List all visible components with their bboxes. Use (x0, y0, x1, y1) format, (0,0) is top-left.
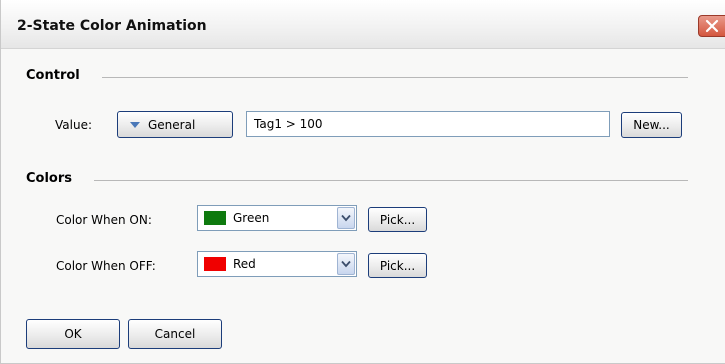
cancel-button[interactable]: Cancel (128, 319, 222, 349)
value-expression-input[interactable]: Tag1 > 100 (246, 111, 610, 137)
new-button-label: New... (633, 118, 670, 132)
color-off-swatch (204, 257, 226, 271)
dialog-window: 2-State Color Animation Control Value: G… (0, 0, 725, 364)
close-button[interactable] (698, 15, 725, 37)
color-on-swatch (204, 211, 226, 225)
value-expression-text: Tag1 > 100 (254, 117, 323, 131)
cancel-button-label: Cancel (154, 327, 196, 341)
title-bar: 2-State Color Animation (1, 0, 725, 49)
color-on-pick-button[interactable]: Pick... (368, 207, 427, 232)
color-off-pick-label: Pick... (379, 258, 416, 273)
ok-button-label: OK (64, 327, 82, 341)
value-type-button[interactable]: General (117, 111, 233, 138)
color-off-value: Red (233, 257, 256, 271)
new-button[interactable]: New... (621, 112, 682, 138)
window-title: 2-State Color Animation (17, 18, 207, 34)
value-type-label: General (148, 117, 196, 132)
combo-arrow-icon[interactable] (337, 207, 355, 229)
color-off-select[interactable]: Red (197, 251, 357, 277)
color-on-value: Green (233, 211, 270, 225)
control-divider (102, 77, 688, 78)
color-on-pick-label: Pick... (379, 212, 416, 227)
color-off-label: Color When OFF: (56, 259, 156, 273)
color-on-label: Color When ON: (56, 213, 152, 227)
combo-arrow-icon[interactable] (337, 253, 355, 275)
dropdown-triangle-icon (130, 121, 140, 128)
colors-divider (94, 180, 688, 181)
control-section-title: Control (26, 68, 80, 83)
color-on-select[interactable]: Green (197, 205, 357, 231)
close-icon (705, 19, 719, 33)
color-off-pick-button[interactable]: Pick... (368, 253, 427, 278)
colors-section-title: Colors (26, 171, 73, 186)
ok-button[interactable]: OK (26, 319, 120, 349)
value-label: Value: (55, 118, 92, 132)
